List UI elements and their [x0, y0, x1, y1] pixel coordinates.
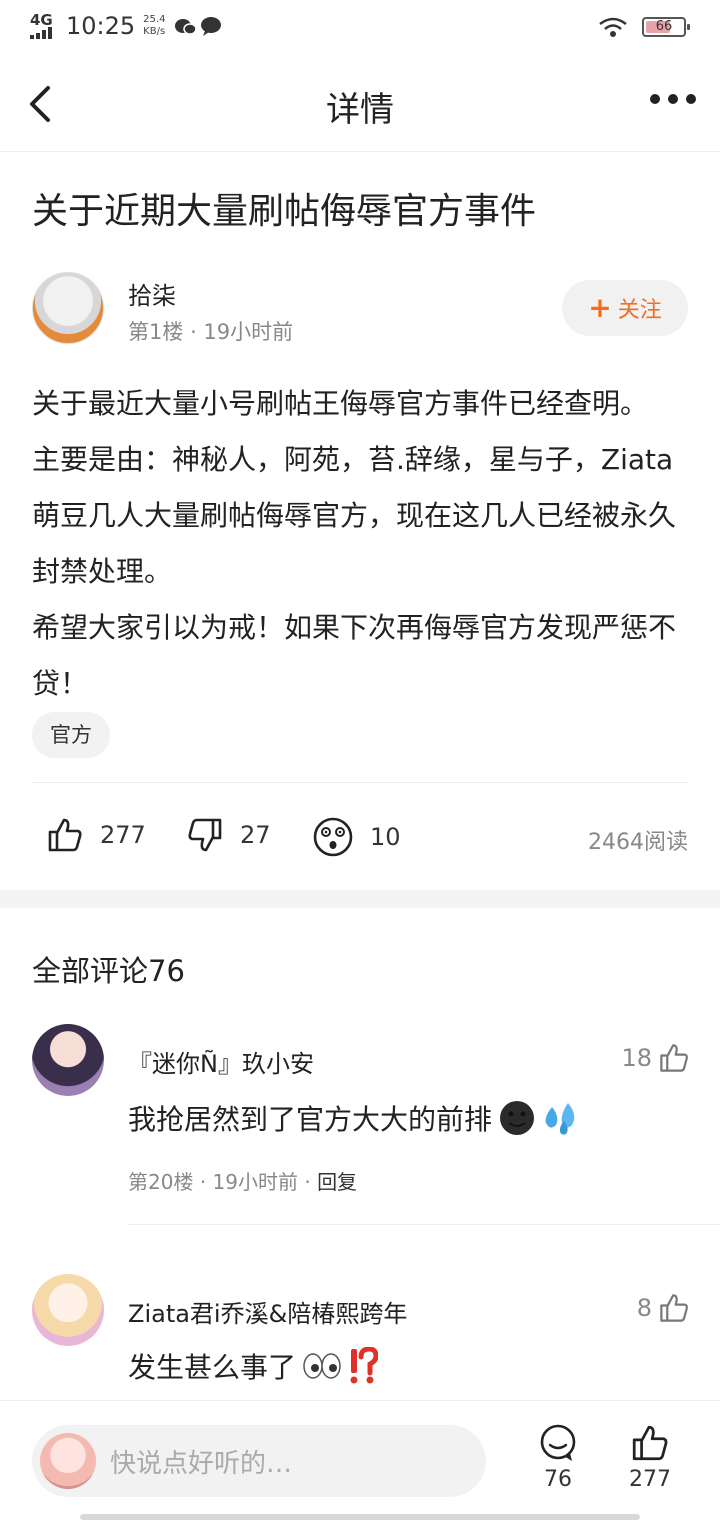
status-right: 66 [598, 16, 690, 38]
like-count: 277 [100, 821, 146, 849]
net-speed-unit: KB/s [143, 26, 166, 37]
like-button[interactable]: 277 [46, 816, 146, 854]
commenter-name[interactable]: 『迷你Ñ』玖小安 [128, 1044, 314, 1079]
comment-like-button[interactable]: 8 [637, 1292, 690, 1324]
bottom-like-count: 277 [629, 1467, 671, 1492]
status-left: 4G 10:25 25.4 KB/s [30, 12, 223, 40]
comments-button[interactable]: 76 [528, 1423, 588, 1492]
comment-item: 『迷你Ñ』玖小安 18 我抢居然到了官方大大的前排 第20楼 · 19小时前 ·… [0, 1020, 720, 1226]
post-title: 关于近期大量刷帖侮辱官方事件 [32, 191, 537, 232]
comment-input[interactable]: 快说点好听的… [32, 1425, 486, 1497]
comment-bubble-icon [540, 1424, 576, 1461]
thumbs-up-icon [48, 818, 82, 852]
post-meta: 第1楼 · 19小时前 [128, 316, 293, 346]
comment-text: 发生甚么事了 [128, 1346, 379, 1386]
page-title: 详情 [326, 90, 394, 130]
comment-like-count: 8 [636, 1294, 652, 1322]
wifi-icon [599, 17, 627, 37]
comment-text: 我抢居然到了官方大大的前排 [128, 1098, 580, 1138]
nav-bar: 详情 [0, 56, 720, 152]
thumbs-down-icon [188, 818, 222, 852]
home-indicator[interactable] [80, 1514, 640, 1520]
divider [32, 782, 688, 783]
section-separator [0, 890, 720, 908]
wechat-icon [175, 17, 222, 36]
reaction-count: 10 [370, 823, 401, 851]
dot-separator: · [199, 1170, 213, 1194]
comments-header: 全部评论76 [32, 954, 185, 988]
commenter-avatar[interactable] [32, 1274, 104, 1346]
sweat-drops-emoji-icon [545, 1103, 575, 1135]
signal-icon: 4G [30, 13, 58, 39]
dislike-count: 27 [240, 821, 271, 849]
battery-level: 66 [655, 19, 673, 34]
my-avatar [40, 1433, 96, 1489]
dark-face-emoji-icon [500, 1101, 535, 1135]
post-paragraph: 希望大家引以为戒！如果下次再侮辱官方发现严惩不贷！ [32, 611, 677, 700]
comment-time: 19小时前 [212, 1170, 298, 1194]
commenter-avatar[interactable] [32, 1024, 104, 1096]
bottom-like-button[interactable]: 277 [620, 1423, 680, 1492]
divider [128, 1224, 720, 1225]
author-avatar[interactable] [32, 272, 104, 344]
post-paragraph: 关于最近大量小号刷帖王侮辱官方事件已经查明。 [32, 387, 649, 420]
net-speed: 25.4 KB/s [143, 14, 165, 38]
post-paragraph: 主要是由：神秘人，阿苑，苔.辞缘，星与子，Ziata萌豆几人大量刷帖侮辱官方，现… [32, 443, 677, 588]
more-icon[interactable] [650, 94, 696, 104]
exclamation-question-icon [350, 1347, 379, 1384]
comment-body: 发生甚么事了 [128, 1351, 297, 1384]
clock: 10:25 [66, 12, 136, 40]
battery-icon: 66 [642, 17, 690, 37]
thumbs-up-icon [660, 1294, 688, 1322]
dislike-button[interactable]: 27 [186, 816, 271, 854]
thumbs-up-icon [660, 1044, 688, 1072]
eyes-emoji-icon [303, 1353, 341, 1379]
net-speed-value: 25.4 [143, 14, 166, 25]
dizzy-face-icon [313, 817, 353, 857]
bottom-comment-bar: 快说点好听的… 76 277 [0, 1400, 720, 1520]
status-bar: 4G 10:25 25.4 KB/s 66 [0, 0, 720, 56]
reply-button[interactable]: 回复 [317, 1170, 357, 1194]
post-body: 关于最近大量小号刷帖王侮辱官方事件已经查明。 主要是由：神秘人，阿苑，苔.辞缘，… [32, 376, 692, 712]
comment-like-button[interactable]: 18 [621, 1042, 690, 1074]
comment-meta: 第20楼 · 19小时前 · 回复 [128, 1166, 357, 1195]
thumbs-up-icon [632, 1425, 668, 1461]
comment-body: 我抢居然到了官方大大的前排 [128, 1103, 493, 1136]
follow-button[interactable]: + 关注 [562, 280, 688, 336]
comment-placeholder: 快说点好听的… [110, 1448, 293, 1479]
plus-icon: + [588, 291, 612, 324]
post-floor: 第1楼 [128, 320, 184, 344]
dot-separator: · [304, 1170, 318, 1194]
post-actions: 277 27 10 2464阅读 [0, 806, 720, 870]
topic-tag[interactable]: 官方 [32, 712, 110, 758]
post-time: 19小时前 [203, 320, 294, 344]
dot-separator: · [190, 320, 204, 344]
follow-label: 关注 [617, 298, 662, 323]
read-count: 2464阅读 [588, 830, 688, 855]
comment-like-count: 18 [621, 1044, 652, 1072]
commenter-name[interactable]: Ziata君i乔溪&陪椿熙跨年 [128, 1294, 407, 1329]
comment-floor: 第20楼 [128, 1170, 194, 1194]
comment-item: Ziata君i乔溪&陪椿熙跨年 8 发生甚么事了 [0, 1270, 720, 1400]
comment-count: 76 [544, 1467, 572, 1492]
reaction-button[interactable]: 10 [312, 816, 401, 858]
author-name[interactable]: 拾柒 [128, 276, 176, 311]
network-type: 4G [30, 11, 53, 29]
